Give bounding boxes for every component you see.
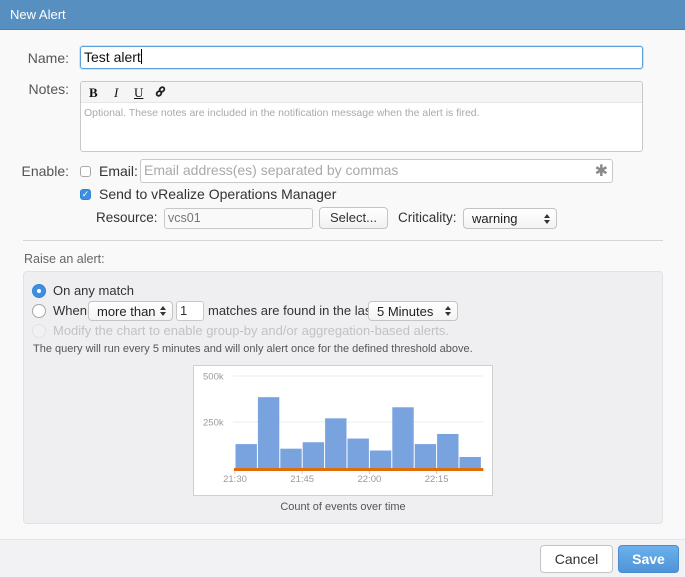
resource-label: Resource:	[96, 210, 158, 225]
time-window-select[interactable]: 5 Minutes	[368, 301, 458, 321]
dialog-header: New Alert	[0, 0, 685, 30]
notes-placeholder: Optional. These notes are included in th…	[84, 107, 480, 119]
bar	[437, 433, 459, 468]
y-tick-label: 500k	[203, 372, 224, 383]
notes-toolbar: B I U	[81, 82, 642, 103]
enable-label: Enable:	[21, 163, 69, 179]
when-middle-text: matches are found in the last	[208, 303, 375, 318]
chart-caption: Count of events over time	[280, 501, 406, 513]
group-by-radio	[32, 324, 46, 338]
select-arrows-icon	[445, 306, 451, 316]
notes-label: Notes:	[28, 81, 69, 97]
bar	[302, 442, 325, 468]
bar	[257, 397, 280, 468]
bar	[459, 456, 481, 468]
x-tick-label: 22:00	[358, 474, 382, 485]
bar	[235, 444, 257, 468]
bar	[414, 444, 437, 468]
link-icon[interactable]	[155, 85, 166, 101]
comparator-value: more than	[97, 304, 156, 319]
name-label: Name:	[27, 50, 69, 66]
events-chart: 250k 500k 21:30 21:45 22:00 22:15	[193, 365, 493, 496]
x-tick-label: 21:30	[223, 474, 247, 485]
group-by-label: Modify the chart to enable group-by and/…	[53, 323, 450, 338]
bold-icon[interactable]: B	[89, 85, 98, 101]
section-divider	[23, 240, 663, 241]
bar	[392, 407, 414, 468]
on-any-match-label: On any match	[53, 283, 134, 298]
x-tick-label: 22:15	[425, 474, 449, 485]
bar	[325, 418, 347, 468]
save-button[interactable]: Save	[618, 545, 679, 573]
query-info-text: The query will run every 5 minutes and w…	[33, 343, 473, 355]
email-label: Email:	[99, 163, 138, 179]
x-tick-label: 21:45	[290, 474, 314, 485]
when-label: When	[53, 303, 87, 318]
italic-icon[interactable]: I	[114, 85, 118, 101]
name-value: Test alert	[84, 49, 141, 65]
bar	[280, 448, 302, 468]
raise-alert-heading: Raise an alert:	[24, 252, 105, 266]
vrops-label: Send to vRealize Operations Manager	[99, 186, 337, 202]
vrops-checkbox[interactable]: ✓	[80, 189, 91, 200]
select-resource-button[interactable]: Select...	[319, 207, 388, 229]
time-window-value: 5 Minutes	[377, 304, 434, 319]
match-count-input[interactable]: 1	[176, 301, 204, 321]
criticality-label: Criticality:	[398, 210, 457, 225]
on-any-match-radio[interactable]	[32, 284, 46, 298]
email-placeholder: Email address(es) separated by commas	[144, 162, 399, 178]
underline-icon[interactable]: U	[134, 85, 143, 101]
comparator-select[interactable]: more than	[88, 301, 173, 321]
notes-editor[interactable]: B I U Optional. These notes are included…	[80, 81, 643, 152]
email-input[interactable]: Email address(es) separated by commas ✱	[140, 159, 613, 183]
events-chart-svg: 250k 500k 21:30 21:45 22:00 22:15	[203, 372, 484, 485]
email-checkbox[interactable]	[80, 166, 91, 177]
cancel-button[interactable]: Cancel	[540, 545, 613, 573]
criticality-value: warning	[472, 211, 518, 226]
asterisk-icon: ✱	[594, 163, 608, 180]
select-arrows-icon	[544, 213, 550, 224]
y-tick-label: 250k	[203, 418, 224, 429]
bar	[369, 450, 392, 468]
select-arrows-icon	[160, 306, 166, 316]
threshold-line	[234, 468, 484, 471]
resource-input[interactable]: vcs01	[164, 208, 313, 229]
text-caret	[140, 49, 142, 64]
criticality-select[interactable]: warning	[463, 208, 557, 229]
bar	[347, 438, 369, 468]
dialog-title: New Alert	[10, 7, 66, 22]
when-radio[interactable]	[32, 304, 46, 318]
name-input[interactable]: Test alert	[80, 46, 643, 69]
